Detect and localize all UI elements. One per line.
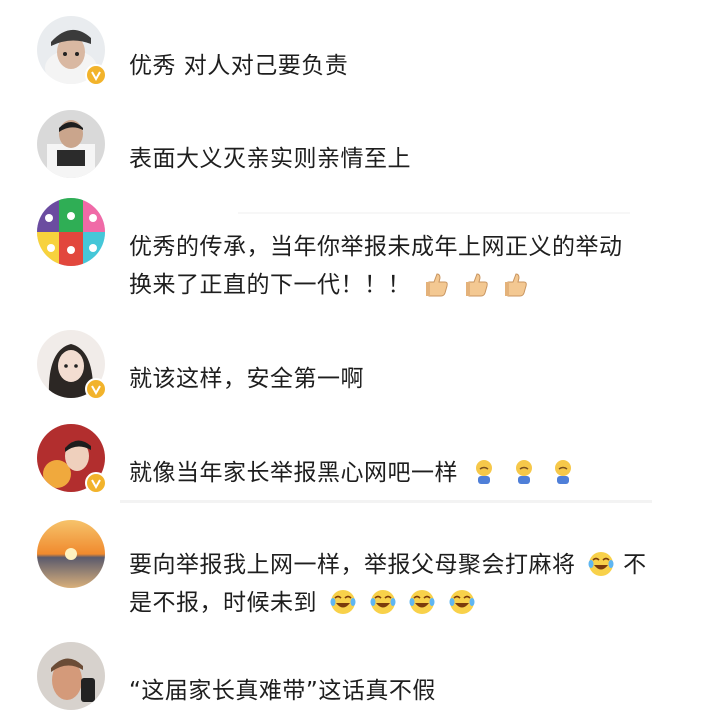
comment-item[interactable]: “这届家长真难带”这话真不假 <box>0 630 718 724</box>
avatar-image <box>37 198 105 266</box>
thumbs-up-icon <box>425 273 448 297</box>
laugh-cry-icon <box>588 552 614 576</box>
sad-kneel-icon <box>475 460 492 484</box>
avatar[interactable] <box>37 520 105 588</box>
comment-text: “这届家长真难带”这话真不假 <box>129 678 436 704</box>
avatar[interactable] <box>37 330 107 400</box>
comment-item[interactable]: 优秀的传承，当年你举报未成年上网正义的举动 换来了正直的下一代！！！ <box>0 198 718 310</box>
comment-text: 表面大义灭亲实则亲情至上 <box>129 146 411 172</box>
avatar-image <box>37 520 105 588</box>
avatar[interactable] <box>37 642 105 710</box>
thumbs-up-icon <box>505 273 528 297</box>
laugh-cry-icon <box>330 590 356 614</box>
avatar-image <box>37 642 105 710</box>
comment-item[interactable]: 优秀 对人对己要负责 <box>0 8 718 92</box>
comment-text: 优秀的传承，当年你举报未成年上网正义的举动 换来了正直的下一代！！！ <box>129 234 623 298</box>
verified-badge-icon <box>85 378 107 400</box>
comment-item[interactable]: 就像当年家长举报黑心网吧一样 <box>0 418 718 504</box>
laugh-cry-icon <box>370 590 396 614</box>
avatar[interactable] <box>37 424 107 494</box>
comment-text: 就该这样，安全第一啊 <box>129 366 364 392</box>
comment-text: 优秀 对人对己要负责 <box>129 53 349 79</box>
avatar-image <box>37 110 105 178</box>
comment-item[interactable]: 表面大义灭亲实则亲情至上 <box>0 100 718 190</box>
avatar[interactable] <box>37 110 105 178</box>
thumbs-up-icon <box>465 273 488 297</box>
verified-badge-icon <box>85 472 107 494</box>
comment-feed: 优秀 对人对己要负责 表面大义灭亲实则亲情至上 优秀的传承，当年你举报未成年上网… <box>0 0 718 724</box>
sad-kneel-icon <box>515 460 532 484</box>
verified-badge-icon <box>85 64 107 86</box>
comment-item[interactable]: 就该这样，安全第一啊 <box>0 322 718 412</box>
comment-text: 要向举报我上网一样，举报父母聚会打麻将 不 是不报，时候未到 <box>129 552 647 616</box>
comment-item[interactable]: 要向举报我上网一样，举报父母聚会打麻将 不 是不报，时候未到 <box>0 514 718 624</box>
laugh-cry-icon <box>409 590 435 614</box>
divider <box>120 500 652 503</box>
comment-text: 就像当年家长举报黑心网吧一样 <box>129 454 668 492</box>
divider <box>238 212 630 214</box>
avatar[interactable] <box>37 16 107 86</box>
avatar[interactable] <box>37 198 105 266</box>
sad-kneel-icon <box>555 460 572 484</box>
laugh-cry-icon <box>449 590 475 614</box>
